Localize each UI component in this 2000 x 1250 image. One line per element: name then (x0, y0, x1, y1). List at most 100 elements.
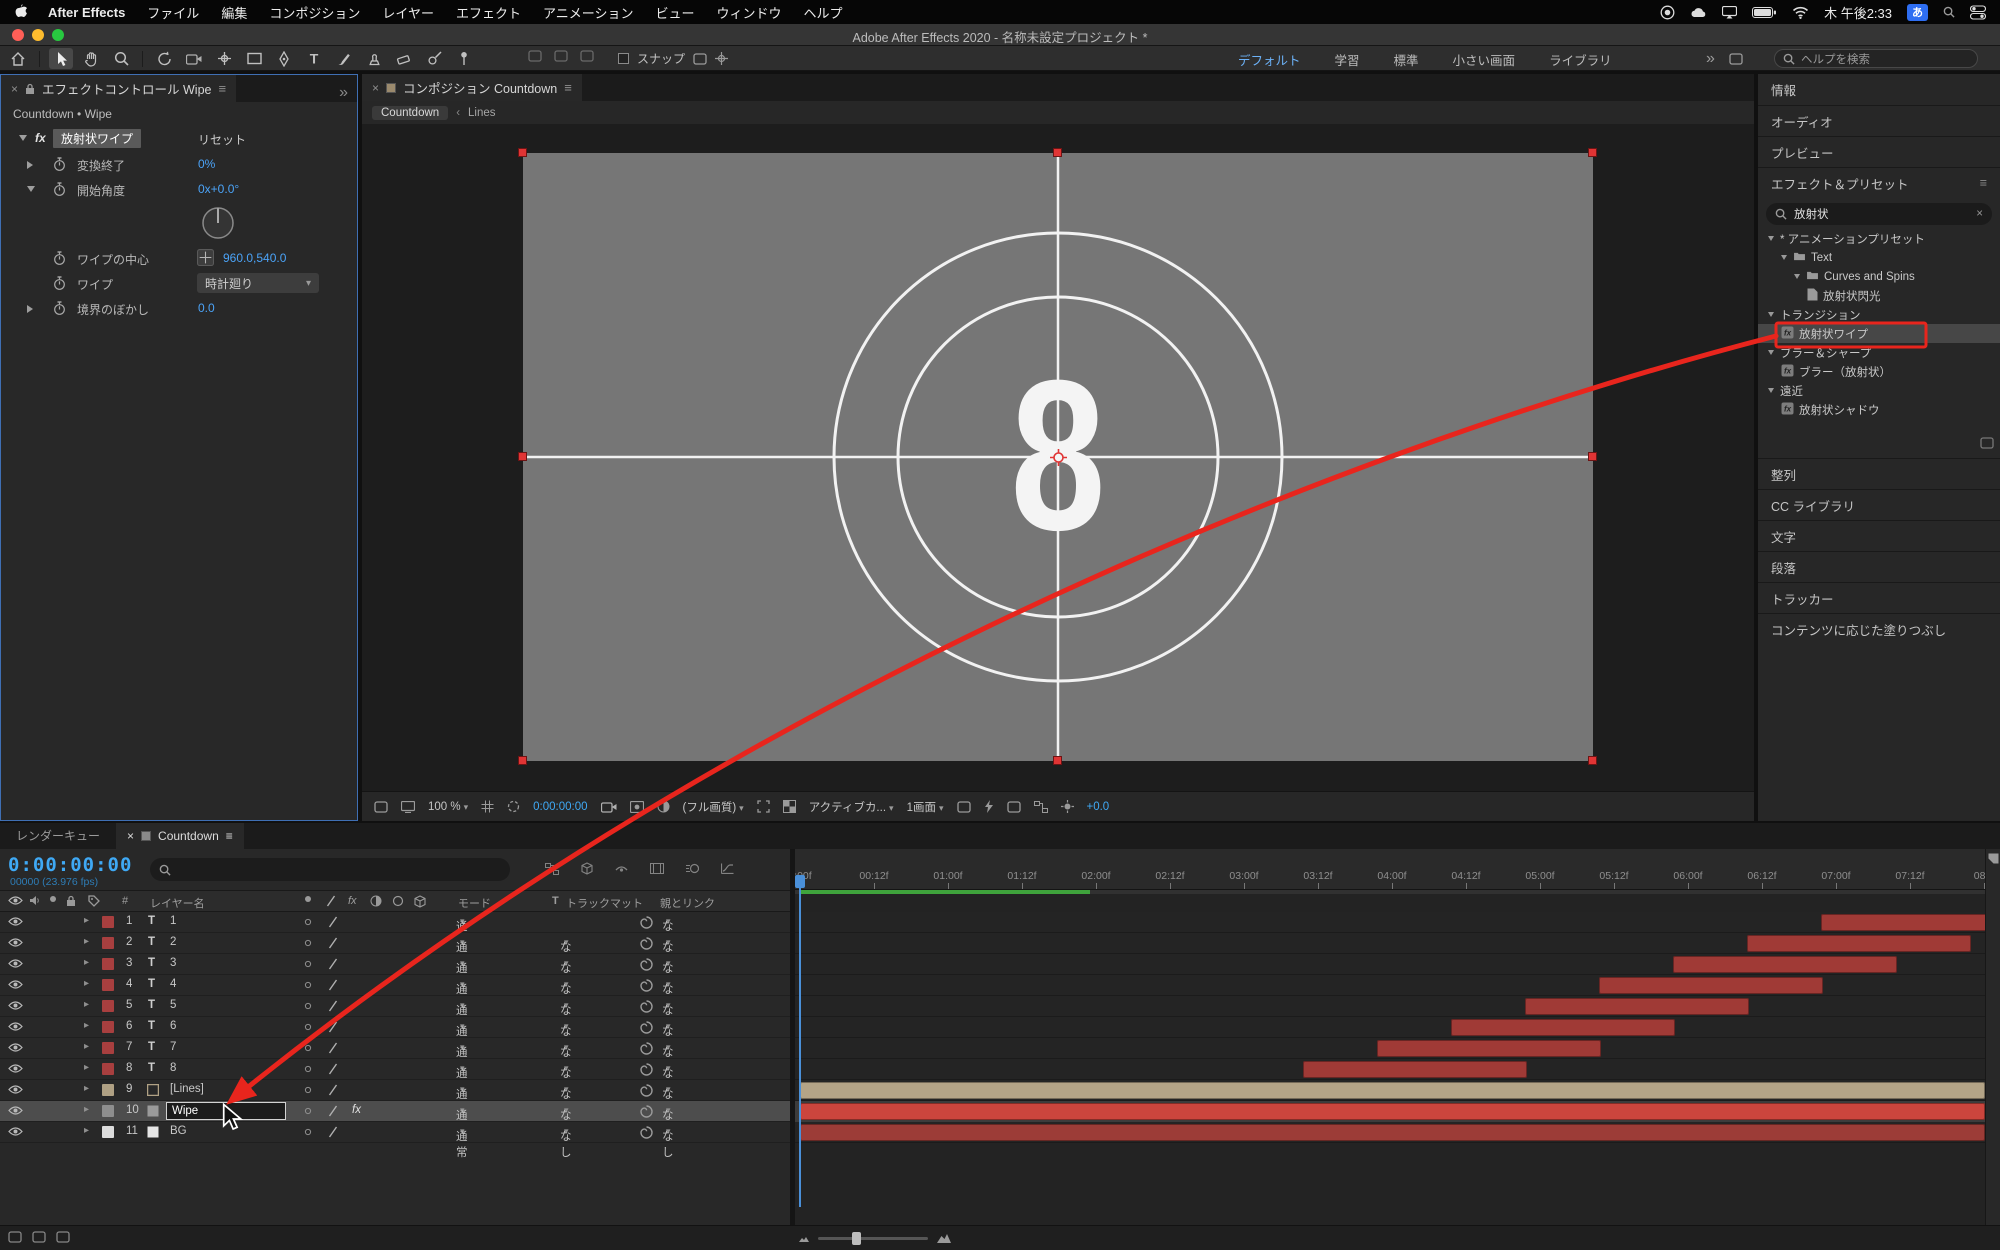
workspace-overflow-chevron[interactable]: » (1706, 50, 1715, 68)
collapse-arrow-icon[interactable] (27, 186, 35, 192)
parent-pickwhip-icon[interactable] (640, 1084, 653, 1100)
panel-section-2[interactable]: プレビュー (1758, 136, 2000, 167)
layer-bar-9[interactable] (800, 1082, 1985, 1099)
eye-icon[interactable] (8, 916, 23, 930)
layer-bar-4[interactable] (1599, 977, 1823, 994)
workspace-標準[interactable]: 標準 (1394, 50, 1419, 69)
layer-label-color[interactable] (102, 1021, 114, 1033)
quality-switch[interactable] (328, 979, 338, 994)
breadcrumb-lines[interactable]: Lines (468, 107, 496, 119)
shy-switch[interactable] (304, 1043, 312, 1055)
tab-overflow-chevron[interactable]: » (330, 84, 357, 102)
workspace-小さい画面[interactable]: 小さい画面 (1453, 50, 1516, 69)
expand-layer-switches-icon[interactable] (8, 1231, 22, 1243)
breadcrumb-countdown[interactable]: Countdown (372, 105, 449, 120)
mode-dropdown[interactable]: 通常▾ (456, 999, 468, 1033)
home-tool[interactable] (6, 48, 30, 69)
stopwatch-icon[interactable] (53, 276, 66, 294)
mode-dropdown[interactable]: 通常▾ (456, 1020, 468, 1054)
menu-item-1[interactable]: ファイル (147, 3, 199, 22)
menu-item-6[interactable]: アニメーション (543, 3, 633, 22)
quality-switch[interactable] (328, 958, 338, 973)
mode-dropdown[interactable]: 通常▾ (456, 1125, 468, 1159)
parent-pickwhip-icon[interactable] (640, 937, 653, 953)
shy-switch[interactable] (304, 1001, 312, 1013)
preset-tree-item[interactable]: トランジション (1758, 305, 2000, 324)
effect-param-row[interactable]: 開始角度 0x+0.0° (1, 177, 357, 202)
camera-tool[interactable] (182, 48, 206, 69)
current-time-display[interactable]: 0:00:00:00 (8, 854, 132, 876)
clear-search-icon[interactable]: × (1976, 208, 1983, 220)
zoom-tool[interactable] (109, 48, 133, 69)
disclosure-arrow-icon[interactable]: ▸ (84, 1020, 89, 1031)
quality-switch[interactable] (328, 1084, 338, 1099)
clone-stamp-tool[interactable] (362, 48, 386, 69)
parent-dropdown[interactable]: なし▾ (662, 1062, 674, 1096)
anchor-point-icon[interactable] (1050, 449, 1067, 466)
quality-switch[interactable] (328, 1105, 338, 1120)
preset-tree-item[interactable]: fx 放射状シャドウ (1758, 400, 2000, 419)
menu-item-9[interactable]: ヘルプ (804, 3, 843, 22)
effect-param-row[interactable]: ワイプの中心 960.0,540.0 (1, 246, 357, 271)
close-panel-icon[interactable]: × (127, 829, 134, 843)
lock-icon[interactable] (25, 83, 35, 95)
parent-dropdown[interactable]: なし▾ (662, 978, 674, 1012)
menu-item-3[interactable]: コンポジション (269, 3, 360, 22)
layer-label-color[interactable] (102, 1042, 114, 1054)
zoom-in-icon[interactable] (936, 1232, 952, 1244)
exposure-value[interactable]: +0.0 (1087, 801, 1110, 813)
effect-name[interactable]: 放射状ワイプ (53, 129, 142, 148)
pixel-aspect-icon[interactable] (956, 800, 971, 813)
layer-name[interactable]: [Lines] (170, 1083, 204, 1095)
layer-row-2[interactable]: ▸ 2 T 2 通常▾ なし▾ なし▾ (0, 933, 790, 970)
mask-visibility-icon[interactable] (507, 800, 520, 813)
layer-row-Wipe[interactable]: ▸ 10 Wipe fx 通常▾ なし▾ なし▾ (0, 1101, 790, 1138)
fast-previews-icon[interactable] (984, 800, 994, 813)
menu-item-5[interactable]: エフェクト (456, 3, 521, 22)
layer-name[interactable]: 7 (170, 1041, 176, 1053)
zoom-out-icon[interactable] (798, 1234, 810, 1243)
disclosure-arrow-icon[interactable]: ▸ (84, 915, 89, 926)
eye-icon[interactable] (8, 1105, 23, 1119)
shy-switch[interactable] (304, 1106, 312, 1118)
timeline-search-field[interactable] (150, 858, 510, 881)
graph-editor-icon[interactable] (721, 862, 734, 875)
expand-inout-icon[interactable] (56, 1231, 70, 1243)
menu-item-7[interactable]: ビュー (655, 3, 694, 22)
battery-icon[interactable] (1752, 6, 1777, 19)
param-value[interactable]: 0.0 (198, 301, 215, 315)
zoom-slider[interactable] (818, 1231, 928, 1245)
quality-switch[interactable] (328, 1063, 338, 1078)
disclosure-arrow-icon[interactable]: ▸ (84, 1104, 89, 1115)
comp-marker-bin-icon[interactable] (1988, 853, 1999, 864)
disclosure-arrow-icon[interactable]: ▸ (84, 1125, 89, 1136)
expand-arrow-icon[interactable] (27, 161, 33, 169)
layer-row-BG[interactable]: ▸ 11 BG 通常 ▾ なし ▾ なし ▾ (0, 1122, 790, 1159)
composition-viewport[interactable]: 8 (362, 124, 1754, 791)
selection-handle[interactable] (518, 148, 527, 157)
effect-reset-button[interactable]: リセット (198, 131, 246, 148)
disclosure-arrow-icon[interactable]: ▸ (84, 1062, 89, 1073)
quality-switch[interactable] (328, 1000, 338, 1015)
disclosure-arrow-icon[interactable]: ▸ (84, 936, 89, 947)
mini-flowchart-icon[interactable] (545, 862, 559, 875)
mode-dropdown[interactable]: 通常▾ (456, 936, 468, 970)
shy-switch[interactable] (304, 1127, 312, 1139)
disclosure-arrow-icon[interactable]: ▸ (84, 1083, 89, 1094)
menu-item-4[interactable]: レイヤー (382, 3, 434, 22)
composition-canvas[interactable]: 8 (518, 148, 1597, 765)
eye-icon[interactable] (8, 937, 23, 951)
selection-handle[interactable] (1588, 148, 1597, 157)
parent-pickwhip-icon[interactable] (640, 1105, 653, 1121)
effect-param-row[interactable]: 変換終了 0% (1, 152, 357, 177)
selection-handle[interactable] (1053, 756, 1062, 765)
preset-tree-item[interactable]: ブラー＆シャープ (1758, 343, 2000, 362)
parent-pickwhip-icon[interactable] (640, 1126, 653, 1142)
exposure-reset-icon[interactable] (1060, 800, 1074, 813)
eraser-tool[interactable] (392, 48, 416, 69)
selection-handle[interactable] (1588, 756, 1597, 765)
layer-label-color[interactable] (102, 937, 114, 949)
preset-tree-item[interactable]: 遠近 (1758, 381, 2000, 400)
quality-switch[interactable] (328, 1042, 338, 1057)
layer-bar-2[interactable] (1747, 935, 1971, 952)
